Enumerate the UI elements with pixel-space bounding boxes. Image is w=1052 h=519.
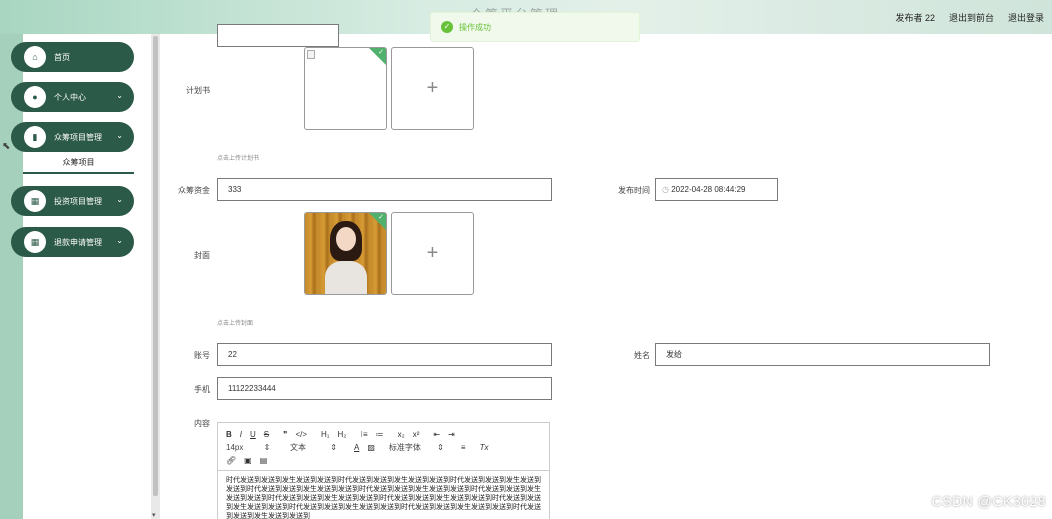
plan-uploaded-file[interactable]: ✓ <box>304 47 387 130</box>
select-arrow-icon: ⇕ <box>437 442 444 452</box>
align-button[interactable]: ≡ <box>461 443 466 452</box>
funds-label: 众筹资金 <box>178 186 210 195</box>
indent-button[interactable]: ⇥ <box>448 430 455 439</box>
video-icon[interactable]: ▤ <box>260 456 268 465</box>
cover-label: 封面 <box>194 251 210 260</box>
content-label: 内容 <box>194 419 210 428</box>
code-block-button[interactable]: </> <box>295 430 307 439</box>
header1-button[interactable]: H₁ <box>321 430 329 439</box>
cover-upload-tip: 点击上传封面 <box>217 321 254 327</box>
back-to-front-link[interactable]: 退出到前台 <box>949 11 994 24</box>
main-content: 计划书 ✓ + 点击上传计划书 众筹资金 333 发布时间 ◷ 2022-04-… <box>160 24 1052 519</box>
editor-content[interactable]: 时代发送到发送到发生发送到发送到时代发送到发送到发生发送到发送到时代发送到发送到… <box>218 471 549 519</box>
image-icon[interactable]: ▣ <box>244 456 252 465</box>
toolbar-row-format: B I U S ❞ </> H₁ H₂ ⁝≡ ≔ x₂ x² ⇤ ⇥ <box>226 428 541 440</box>
sidebar-item-label: 退款申请管理 <box>54 237 102 247</box>
font-size-value: 14px <box>226 442 244 452</box>
italic-button[interactable]: I <box>240 430 242 439</box>
phone-input[interactable]: 11122233444 <box>217 377 552 400</box>
bold-button[interactable]: B <box>226 430 232 439</box>
sidebar-scrollbar[interactable]: ▾ <box>151 34 160 519</box>
success-toast: ✓ 操作成功 <box>430 12 640 42</box>
toolbar-row-insert: 🔗︎ ▣ ▤ <box>226 454 541 466</box>
clock-icon: ◷ <box>662 185 672 194</box>
sidebar-item-refund-requests[interactable]: ▦ 退款申请管理 ⌄ <box>11 227 134 257</box>
editor-toolbar: B I U S ❞ </> H₁ H₂ ⁝≡ ≔ x₂ x² ⇤ ⇥ 14px … <box>218 423 549 471</box>
plan-label: 计划书 <box>186 86 210 95</box>
submenu-crowdfunding-project[interactable]: 众筹项目 <box>23 152 134 174</box>
chevron-down-icon: ⌄ <box>116 195 123 204</box>
publish-time-input[interactable]: ◷ 2022-04-28 08:44:29 <box>655 178 778 201</box>
grid-icon: ▦ <box>24 190 46 212</box>
cover-uploaded-image[interactable]: ✓ <box>304 212 387 295</box>
person-face <box>336 227 356 251</box>
success-check-icon: ✓ <box>441 21 453 33</box>
name-input[interactable]: 发给 <box>655 343 990 366</box>
text-style-value: 文本 <box>290 442 306 452</box>
select-arrow-icon: ⇕ <box>263 442 271 452</box>
text-style-select[interactable]: 文本 ⇕ <box>290 442 342 453</box>
plan-upload-tip: 点击上传计划书 <box>217 156 260 162</box>
plus-icon: + <box>426 242 439 264</box>
publish-time-value: 2022-04-28 08:44:29 <box>671 185 746 194</box>
funds-input[interactable]: 333 <box>217 178 552 201</box>
subscript-button[interactable]: x₂ <box>398 430 405 439</box>
sidebar-item-home[interactable]: ⌂ 首页 <box>11 42 134 72</box>
account-input[interactable]: 22 <box>217 343 552 366</box>
rich-text-editor[interactable]: B I U S ❞ </> H₁ H₂ ⁝≡ ≔ x₂ x² ⇤ ⇥ 14px … <box>217 422 550 519</box>
broken-image-icon <box>307 50 315 59</box>
logout-link[interactable]: 退出登录 <box>1008 11 1044 24</box>
cover-upload-button[interactable]: + <box>391 212 474 295</box>
ordered-list-button[interactable]: ⁝≡ <box>360 430 367 439</box>
phone-label: 手机 <box>194 385 210 394</box>
superscript-button[interactable]: x² <box>413 430 420 439</box>
chevron-down-icon: ⌄ <box>116 236 123 245</box>
scroll-down-arrow-icon[interactable]: ▾ <box>152 511 156 519</box>
book-icon: ▮ <box>24 126 46 148</box>
toast-message: 操作成功 <box>459 22 491 32</box>
home-icon: ⌂ <box>24 46 46 68</box>
sidebar-item-crowdfunding-projects[interactable]: ▮ 众筹项目管理 ⌄ <box>11 122 134 152</box>
font-family-select[interactable]: 标准字体 ⇕ <box>389 442 447 453</box>
check-icon: ✓ <box>378 49 384 56</box>
check-icon: ✓ <box>378 214 384 221</box>
link-icon[interactable]: 🔗︎ <box>226 456 236 465</box>
top-partial-input[interactable] <box>217 24 339 47</box>
sidebar-item-label: 首页 <box>54 52 70 62</box>
font-size-select[interactable]: 14px ⇕ <box>226 443 276 452</box>
current-user: 发布者 22 <box>895 13 935 23</box>
grid-icon: ▦ <box>24 231 46 253</box>
strike-button[interactable]: S <box>264 430 269 439</box>
clear-format-button[interactable]: Tx <box>480 443 489 452</box>
header-actions: 发布者 22 退出到前台 退出登录 <box>895 11 1044 24</box>
plus-icon: + <box>426 77 439 99</box>
plan-upload-button[interactable]: + <box>391 47 474 130</box>
account-label: 账号 <box>194 351 210 360</box>
sidebar-item-personal-center[interactable]: ● 个人中心 ⌄ <box>11 82 134 112</box>
person-body <box>325 261 367 294</box>
name-label: 姓名 <box>634 351 650 360</box>
sidebar-item-label: 众筹项目管理 <box>54 132 102 142</box>
underline-button[interactable]: U <box>250 430 256 439</box>
user-icon: ● <box>24 86 46 108</box>
select-arrow-icon: ⇕ <box>330 442 337 452</box>
font-color-button[interactable]: A <box>354 443 359 452</box>
sidebar-item-investment-projects[interactable]: ▦ 投资项目管理 ⌄ <box>11 186 134 216</box>
sidebar-item-label: 个人中心 <box>54 92 86 102</box>
highlight-button[interactable]: ▨ <box>367 443 375 452</box>
mouse-cursor-icon: ⬉ <box>2 141 11 152</box>
chevron-down-icon: ⌄ <box>116 131 123 140</box>
header2-button[interactable]: H₂ <box>338 430 347 439</box>
sidebar-item-label: 投资项目管理 <box>54 196 102 206</box>
watermark: CSDN @CK3028 <box>931 493 1046 509</box>
font-family-value: 标准字体 <box>388 442 421 452</box>
toolbar-row-style: 14px ⇕ 文本 ⇕ A ▨ 标准字体 ⇕ ≡ Tx <box>226 441 541 453</box>
outdent-button[interactable]: ⇤ <box>433 430 440 439</box>
blockquote-button[interactable]: ❞ <box>283 430 287 439</box>
bullet-list-button[interactable]: ≔ <box>376 430 384 439</box>
publish-time-label: 发布时间 <box>618 186 650 195</box>
chevron-down-icon: ⌄ <box>116 91 123 100</box>
